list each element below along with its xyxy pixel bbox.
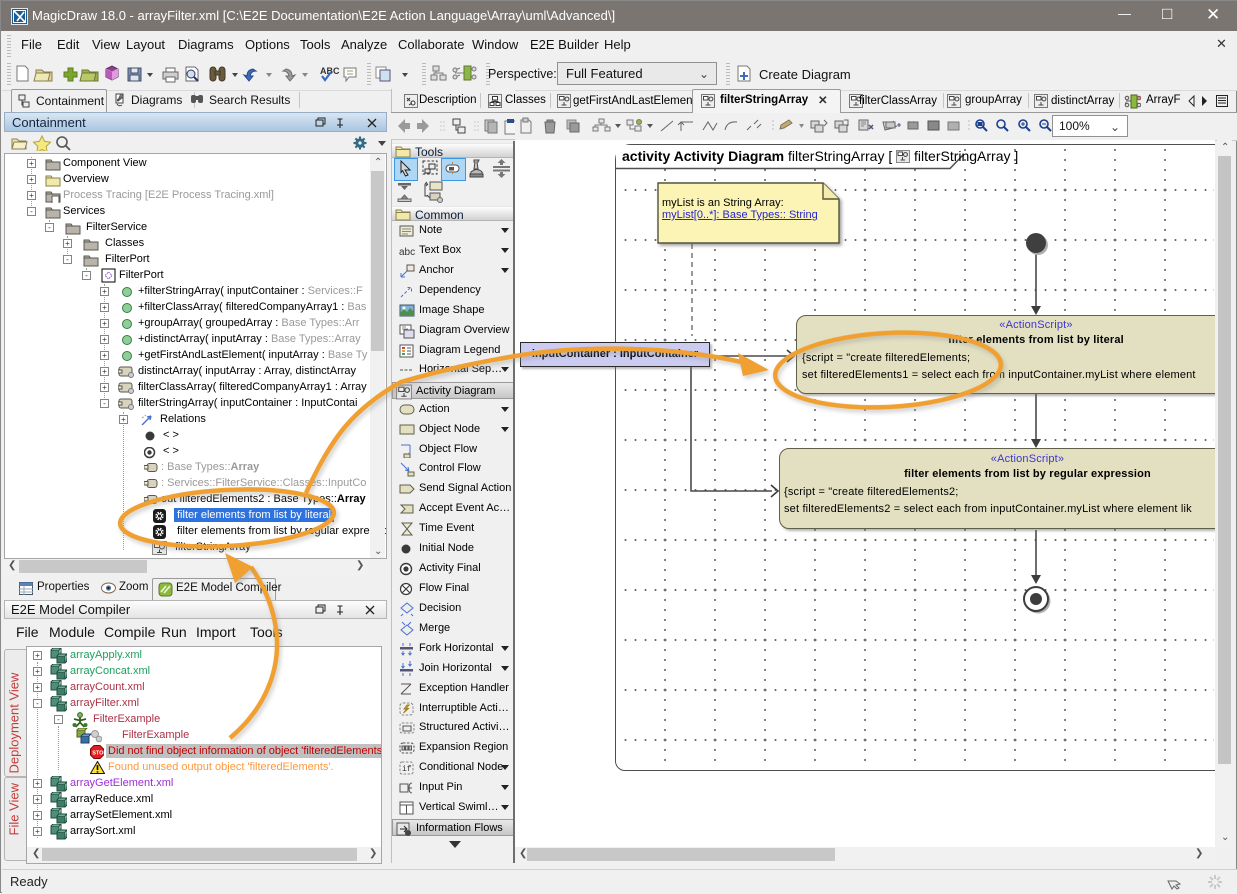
svg-text:STOP: STOP <box>92 751 104 757</box>
svg-text:abc: abc <box>399 247 415 258</box>
svg-text:☄: ☄ <box>117 94 123 103</box>
svg-text:if: if <box>402 765 412 774</box>
